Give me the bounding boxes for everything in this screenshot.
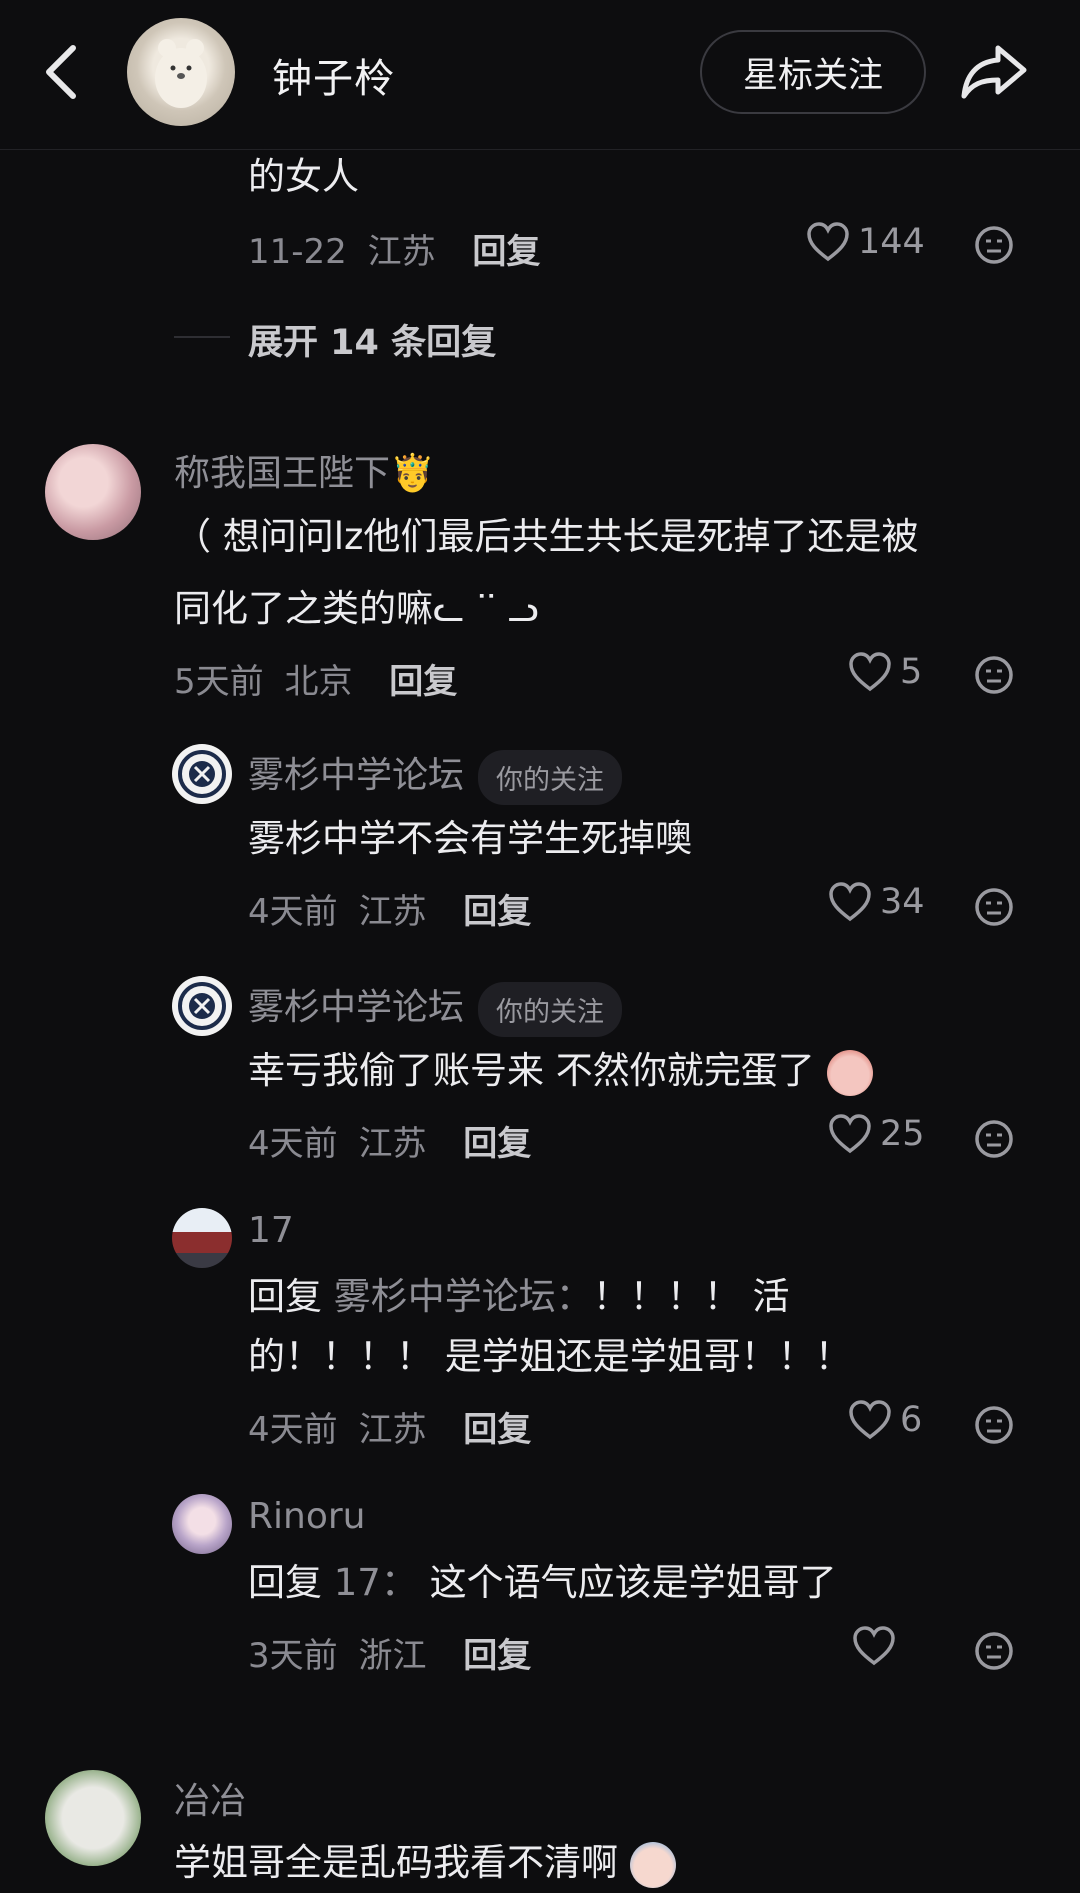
top-bar: 钟子柃 星标关注	[0, 0, 1080, 150]
comment-time: 11-22	[248, 232, 347, 272]
share-button[interactable]	[958, 40, 1030, 104]
like-button[interactable]: 144	[806, 222, 925, 262]
following-badge: 你的关注	[478, 749, 623, 805]
heart-icon	[829, 1114, 871, 1154]
reply-author: 雾杉中学论坛 你的关注	[248, 978, 623, 1037]
comment-meta: 11-22 江苏 回复	[248, 224, 540, 273]
forum-avatar[interactable]	[172, 976, 232, 1036]
share-icon	[961, 45, 1027, 99]
reply-to-user[interactable]: 雾杉中学论坛：	[334, 1275, 593, 1318]
reply-prefix: 回复	[248, 1561, 322, 1604]
comment-author[interactable]: 称我国王陛下🤴	[174, 444, 435, 496]
profile-avatar[interactable]	[127, 18, 235, 126]
heart-icon	[849, 1400, 891, 1440]
forum-avatar[interactable]	[172, 744, 232, 804]
reply-text: 雾杉中学不会有学生死掉噢	[248, 817, 692, 860]
reply-time: 4天前	[248, 1410, 338, 1450]
comment-time: 5天前	[174, 662, 264, 702]
reply-button[interactable]: 回复	[463, 1124, 531, 1164]
emoji-react-icon[interactable]	[974, 1631, 1014, 1671]
reply-button[interactable]: 回复	[463, 1636, 531, 1676]
reply-location: 浙江	[358, 1636, 427, 1676]
like-count: 34	[880, 882, 925, 922]
heart-icon	[807, 222, 849, 262]
reply-text: 幸亏我偷了账号来 不然你就完蛋了	[248, 1049, 815, 1092]
star-follow-button[interactable]: 星标关注	[700, 30, 926, 114]
user-avatar[interactable]	[172, 1208, 232, 1268]
reply-to-user[interactable]: 17：	[334, 1561, 418, 1604]
reply-text: ！！！！ 活	[592, 1275, 790, 1318]
comment-text: 学姐哥全是乱码我看不清啊	[174, 1841, 618, 1884]
reply-text-row: 回复 17： 这个语气应该是学姐哥了	[248, 1552, 837, 1614]
school-emblem-icon	[178, 750, 226, 798]
user-avatar[interactable]	[45, 1770, 141, 1866]
blush-sticker-icon	[826, 1049, 873, 1096]
like-count: 5	[900, 652, 923, 692]
comment-meta: 5天前 北京 回复	[174, 654, 457, 703]
reply-text-line1: 回复 雾杉中学论坛：！！！！ 活	[248, 1266, 790, 1328]
like-count: 25	[880, 1114, 925, 1154]
reply-time: 4天前	[248, 1124, 338, 1164]
heart-icon	[829, 882, 871, 922]
reply-text-row: 幸亏我偷了账号来 不然你就完蛋了	[248, 1040, 873, 1102]
comment-author[interactable]: 冶冶	[174, 1772, 246, 1824]
reply-author-name[interactable]: 雾杉中学论坛	[248, 755, 464, 796]
comment-text-line2: 同化了之类的嘛ᓚ ᐝᐝ ᓗ	[174, 587, 539, 630]
emoji-react-icon[interactable]	[974, 225, 1014, 265]
reply-author-name[interactable]: 雾杉中学论坛	[248, 987, 464, 1028]
heart-icon	[849, 652, 891, 692]
like-button[interactable]: 34	[828, 882, 925, 922]
reply-text: 这个语气应该是学姐哥了	[429, 1561, 837, 1604]
reply-meta: 4天前 江苏 回复	[248, 1402, 531, 1451]
bear-avatar-image	[155, 39, 207, 108]
like-count: 6	[900, 1400, 923, 1440]
reply-location: 江苏	[358, 1410, 427, 1450]
reply-meta: 4天前 江苏 回复	[248, 884, 531, 933]
profile-name[interactable]: 钟子柃	[272, 46, 395, 104]
back-button[interactable]	[36, 40, 86, 104]
following-badge: 你的关注	[478, 981, 623, 1037]
reply-location: 江苏	[358, 892, 427, 932]
reply-prefix: 回复	[248, 1275, 322, 1318]
user-avatar[interactable]	[172, 1494, 232, 1554]
divider-line	[174, 336, 230, 338]
heart-icon	[853, 1626, 895, 1666]
school-emblem-icon	[178, 982, 226, 1030]
reply-button[interactable]: 回复	[389, 662, 457, 702]
like-button[interactable]: 25	[828, 1114, 925, 1154]
reply-button[interactable]: 回复	[463, 892, 531, 932]
reply-author-name[interactable]: 17	[248, 1210, 294, 1251]
reply-meta: 4天前 江苏 回复	[248, 1116, 531, 1165]
crying-sticker-icon	[629, 1841, 676, 1888]
reply-button[interactable]: 回复	[463, 1410, 531, 1450]
comment-location: 江苏	[367, 232, 436, 272]
reply-text-line2: 的！！！！ 是学姐还是学姐哥！！！	[248, 1335, 852, 1378]
comment-text-line1: （ 想问问lz他们最后共生共长是死掉了还是被	[174, 515, 919, 558]
user-avatar[interactable]	[45, 444, 141, 540]
reply-author-name[interactable]: Rinoru	[248, 1496, 365, 1537]
emoji-react-icon[interactable]	[974, 1119, 1014, 1159]
reply-time: 4天前	[248, 892, 338, 932]
like-button[interactable]: 5	[848, 652, 922, 692]
comment-location: 北京	[284, 662, 353, 702]
emoji-react-icon[interactable]	[974, 887, 1014, 927]
like-button[interactable]: 6	[848, 1400, 922, 1440]
like-button[interactable]	[852, 1626, 904, 1666]
comment-text-row: 学姐哥全是乱码我看不清啊	[174, 1832, 676, 1893]
emoji-react-icon[interactable]	[974, 1405, 1014, 1445]
expand-replies-button[interactable]: 展开 14 条回复	[248, 314, 496, 365]
reply-author: 雾杉中学论坛 你的关注	[248, 746, 623, 805]
comment-text-tail: 的女人	[248, 155, 359, 198]
reply-button[interactable]: 回复	[472, 232, 540, 272]
emoji-react-icon[interactable]	[974, 655, 1014, 695]
reply-meta: 3天前 浙江 回复	[248, 1628, 531, 1677]
chevron-left-icon	[46, 45, 76, 99]
like-count: 144	[858, 222, 925, 262]
reply-time: 3天前	[248, 1636, 338, 1676]
reply-location: 江苏	[358, 1124, 427, 1164]
